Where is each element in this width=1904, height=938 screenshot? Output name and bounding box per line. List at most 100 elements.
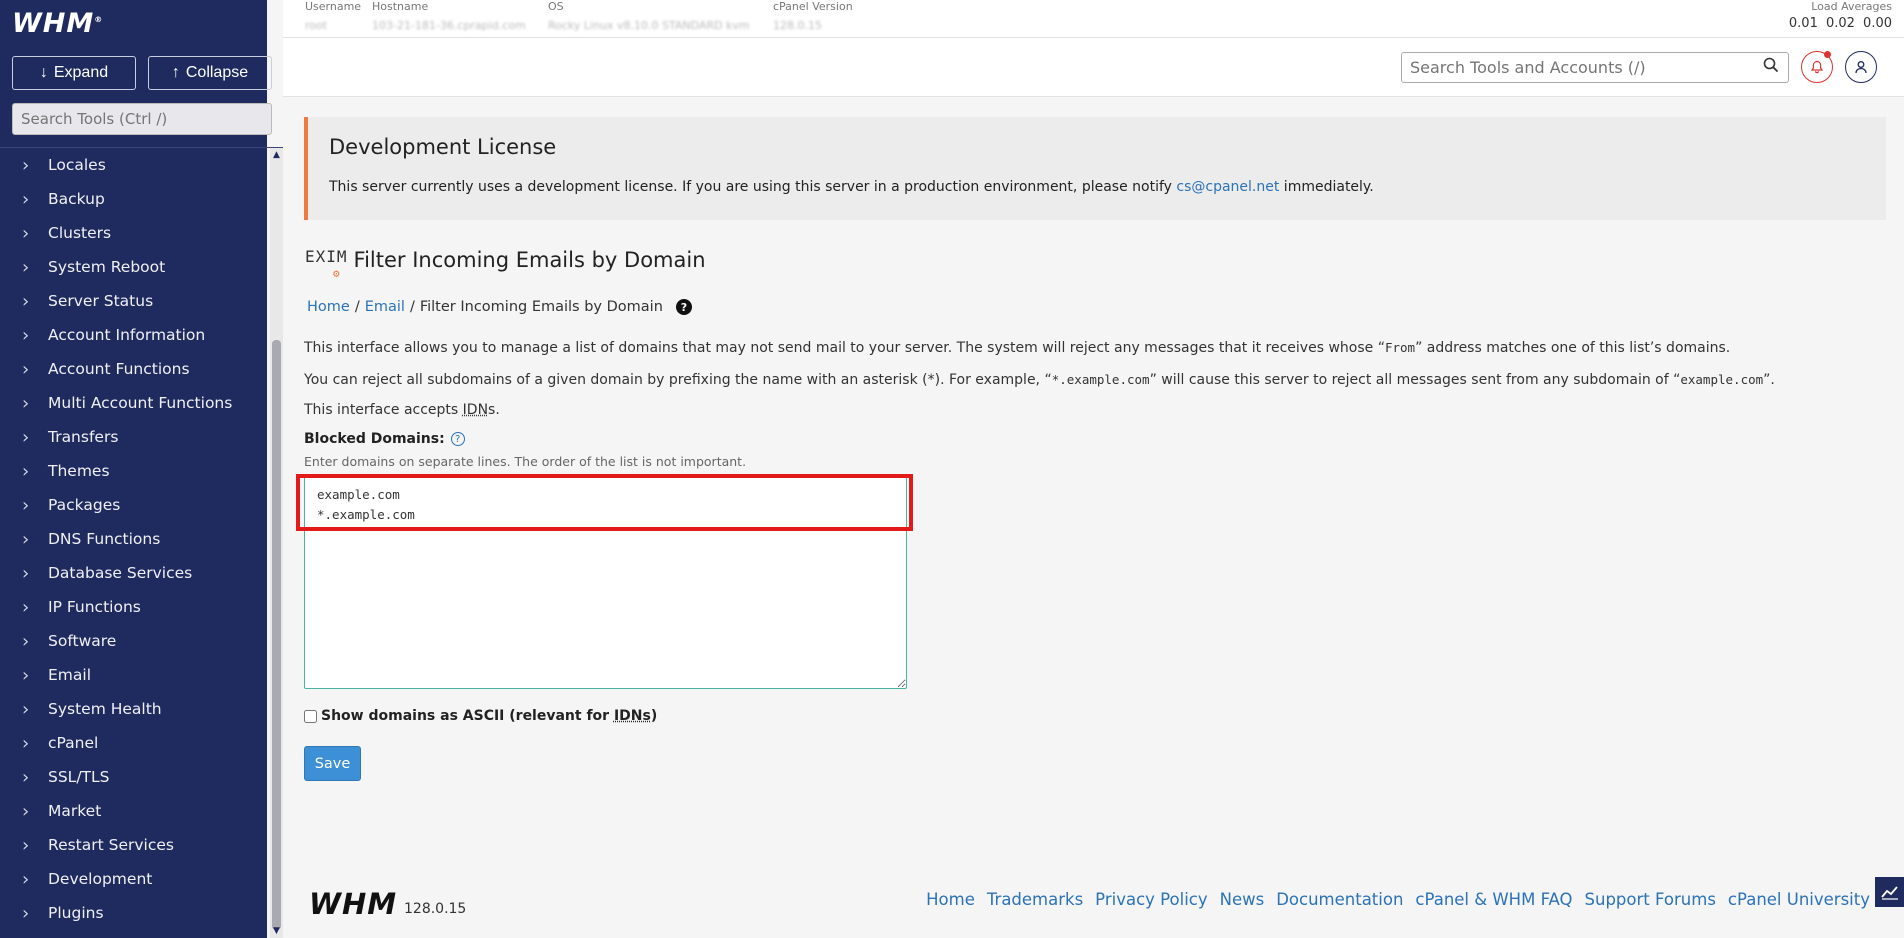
sidebar-item[interactable]: › Market [0, 794, 267, 828]
scroll-up-icon[interactable]: ▲ [270, 148, 283, 162]
chevron-right-icon: › [22, 664, 30, 686]
footer-link[interactable]: Home [926, 890, 975, 909]
sidebar-item[interactable]: › System Reboot [0, 250, 267, 284]
sidebar-item-label: Development [48, 870, 153, 888]
sidebar-item[interactable]: › Multi Account Functions [0, 386, 267, 420]
load-averages-values: 0.01 0.02 0.00 [1788, 16, 1892, 31]
sidebar-item[interactable]: › Server Status [0, 284, 267, 318]
idn-abbr: IDN [462, 402, 489, 418]
arrow-down-icon: ↓ [39, 64, 48, 81]
breadcrumb-home[interactable]: Home [307, 299, 350, 315]
breadcrumb-email[interactable]: Email [365, 299, 405, 315]
username-info: Username root [305, 0, 362, 32]
sidebar-item[interactable]: › Account Functions [0, 352, 267, 386]
sidebar-item[interactable]: › Development [0, 862, 267, 896]
sidebar-item[interactable]: › Packages [0, 488, 267, 522]
chevron-right-icon: › [22, 188, 30, 210]
development-license-notice: Development License This server currentl… [304, 117, 1886, 220]
breadcrumb-current: Filter Incoming Emails by Domain [419, 299, 663, 315]
chevron-right-icon: › [22, 732, 30, 754]
load-averages-label: Load Averages [1811, 0, 1892, 13]
sidebar-item[interactable]: › Locales [0, 148, 267, 182]
chevron-right-icon: › [22, 392, 30, 414]
blocked-domains-textarea[interactable]: example.com *.example.com [304, 476, 907, 689]
sidebar-item-label: DNS Functions [48, 530, 161, 548]
scroll-down-icon[interactable]: ▼ [270, 924, 283, 938]
sidebar-item-label: IP Functions [48, 598, 141, 616]
sidebar-search-input[interactable] [12, 103, 272, 135]
sidebar-item-label: Email [48, 666, 92, 684]
question-circle-icon[interactable]: ? [450, 432, 465, 446]
blocked-domains-label: Blocked Domains:? [304, 431, 465, 447]
whm-logo[interactable]: WHM® [12, 8, 103, 39]
help-icon[interactable]: ? [675, 299, 692, 315]
chevron-right-icon: › [22, 868, 30, 890]
server-info-bar: Username root Hostname 103-21-181-36.cpr… [283, 0, 1904, 38]
sidebar-item[interactable]: › IP Functions [0, 590, 267, 624]
sidebar-item-label: Clusters [48, 224, 112, 242]
sidebar-item[interactable]: › cPanel [0, 726, 267, 760]
save-button[interactable]: Save [304, 746, 361, 781]
footer-link[interactable]: Support Forums [1585, 890, 1716, 909]
chevron-right-icon: › [22, 698, 30, 720]
sidebar-item-label: Database Services [48, 564, 193, 582]
license-email-link[interactable]: cs@cpanel.net [1176, 179, 1279, 195]
sidebar-item[interactable]: › Transfers [0, 420, 267, 454]
chevron-right-icon: › [22, 154, 30, 176]
license-text: This server currently uses a development… [329, 179, 1374, 195]
chevron-right-icon: › [22, 256, 30, 278]
footer-link[interactable]: Trademarks [987, 890, 1083, 909]
chevron-right-icon: › [22, 324, 30, 346]
sidebar-item-label: Packages [48, 496, 121, 514]
description-paragraph-2: You can reject all subdomains of a given… [304, 372, 1775, 388]
global-search-input[interactable] [1401, 52, 1789, 83]
sidebar-item[interactable]: › Themes [0, 454, 267, 488]
chevron-right-icon: › [22, 834, 30, 856]
hostname-info: Hostname 103-21-181-36.cprapid.com [372, 0, 526, 32]
footer-link[interactable]: Privacy Policy [1095, 890, 1207, 909]
sidebar-item-label: Account Information [48, 326, 206, 344]
sidebar-item[interactable]: › DNS Functions [0, 522, 267, 556]
footer-link[interactable]: cPanel & WHM FAQ [1415, 890, 1572, 909]
chevron-right-icon: › [22, 358, 30, 380]
show-ascii-checkbox[interactable] [304, 709, 317, 723]
sidebar-item[interactable]: › Software [0, 624, 267, 658]
sidebar-item-label: cPanel [48, 734, 99, 752]
collapse-button[interactable]: ↑ Collapse [148, 56, 272, 90]
chevron-right-icon: › [22, 426, 30, 448]
sidebar-item[interactable]: › Restart Services [0, 828, 267, 862]
sidebar-item[interactable]: › Email [0, 658, 267, 692]
chevron-right-icon: › [22, 902, 30, 924]
sidebar-nav: › Locales › Backup › Clusters › System Reboot › S… [0, 148, 267, 938]
chevron-right-icon: › [22, 630, 30, 652]
chart-icon[interactable] [1875, 877, 1904, 907]
search-icon[interactable] [1763, 57, 1783, 77]
sidebar-item[interactable]: › System Health [0, 692, 267, 726]
sidebar-item[interactable]: › Plugins [0, 896, 267, 930]
ascii-toggle[interactable]: Show domains as ASCII (relevant for IDNs… [304, 708, 657, 724]
breadcrumb: Home / Email / Filter Incoming Emails by… [307, 299, 692, 315]
user-account-icon[interactable] [1845, 51, 1877, 83]
sidebar-item-label: Software [48, 632, 117, 650]
page-heading: EXIM ⚙ Filter Incoming Emails by Domain [305, 247, 706, 281]
chevron-right-icon: › [22, 596, 30, 618]
sidebar-scroll-thumb[interactable] [272, 340, 281, 930]
sidebar-item[interactable]: › Clusters [0, 216, 267, 250]
arrow-up-icon: ↑ [171, 64, 180, 81]
sidebar-item-label: Market [48, 802, 102, 820]
exim-logo: EXIM ⚙ [305, 247, 348, 280]
sidebar-item[interactable]: › Account Information [0, 318, 267, 352]
license-title: Development License [329, 135, 557, 159]
chevron-right-icon: › [22, 494, 30, 516]
footer-link[interactable]: cPanel University [1728, 890, 1870, 909]
blocked-domains-hint: Enter domains on separate lines. The ord… [304, 454, 747, 469]
sidebar-item[interactable]: › Backup [0, 182, 267, 216]
sidebar-item[interactable]: › Database Services [0, 556, 267, 590]
footer-links: Home Trademarks Privacy Policy News Document… [926, 890, 1870, 909]
footer-link[interactable]: News [1220, 890, 1265, 909]
expand-button[interactable]: ↓ Expand [12, 56, 136, 90]
footer-link[interactable]: Documentation [1276, 890, 1403, 909]
chevron-right-icon: › [22, 800, 30, 822]
footer-version: 128.0.15 [404, 901, 467, 917]
sidebar-item[interactable]: › SSL/TLS [0, 760, 267, 794]
